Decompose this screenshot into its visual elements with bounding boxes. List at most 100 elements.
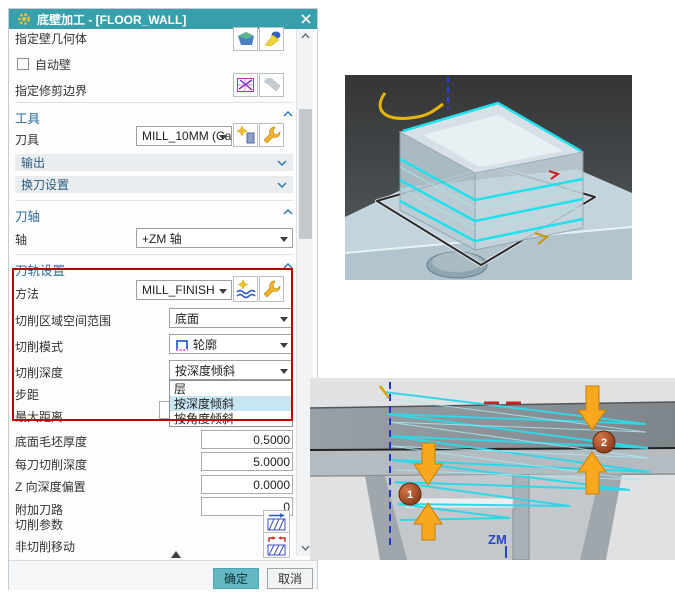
chevron-up-icon[interactable] (283, 111, 293, 117)
z-offset-field[interactable]: 0.0000 (201, 475, 293, 494)
tool-combo-value: MILL_10MM (Ca (142, 129, 231, 143)
model-3d-view (345, 75, 632, 280)
zm-axis-label: ZM (488, 532, 507, 547)
chevron-down-icon (219, 289, 227, 294)
divider (15, 254, 293, 255)
flashlight-gray-icon (262, 76, 282, 94)
gear-icon (17, 12, 31, 26)
scroll-up-icon[interactable] (301, 33, 310, 39)
tool-combo[interactable]: MILL_10MM (Ca (136, 126, 232, 146)
chevron-down-icon (280, 317, 288, 322)
group-output[interactable]: 输出 (15, 154, 293, 171)
scrollbar-thumb[interactable] (299, 109, 312, 239)
auto-wall-label: 自动壁 (35, 58, 71, 72)
select-wall-button[interactable] (233, 27, 258, 51)
dropdown-option-depth-ramp[interactable]: 按深度倾斜 (170, 396, 292, 411)
cut-depth-label: 切削深度 (15, 366, 63, 380)
method-edit-icon (234, 278, 257, 300)
floor-stock-field[interactable]: 0.5000 (201, 430, 293, 449)
part-center-stem (513, 475, 529, 560)
step-badge-2: 2 (593, 431, 615, 453)
new-tool-button[interactable] (233, 123, 258, 147)
axis-combo[interactable]: +ZM 轴 (136, 228, 293, 248)
chevron-down-icon (280, 369, 288, 374)
wall-geometry-label: 指定壁几何体 (15, 32, 87, 46)
display-wall-button[interactable] (259, 27, 284, 51)
chevron-down-icon (280, 237, 288, 242)
dropdown-option-layer[interactable]: 层 (170, 381, 292, 396)
cut-depth-value: 按深度倾斜 (175, 362, 235, 379)
method-tools-button[interactable] (259, 276, 284, 302)
cut-range-combo[interactable]: 底面 (169, 308, 293, 328)
axis-label: 轴 (15, 233, 27, 247)
depth-dropdown-list: 层 按深度倾斜 按角度倾斜 (169, 380, 293, 427)
z-offset-label: Z 向深度偏置 (15, 480, 86, 494)
section-path-header: 刀轨设置 (15, 260, 65, 279)
new-tool-icon (235, 125, 257, 145)
screenshot-root: 底壁加工 - [FLOOR_WALL] 指定壁几何体 自动壁 指定修剪边界 工具… (0, 0, 675, 598)
divider (15, 200, 293, 201)
cut-depth-combo[interactable]: 按深度倾斜 (169, 360, 293, 380)
step-badge-1-number: 1 (407, 489, 413, 501)
method-combo-value: MILL_FINISH (142, 283, 215, 297)
wall-geometry-icon (236, 30, 256, 48)
group-tool-change-label: 换刀设置 (21, 176, 69, 193)
method-combo[interactable]: MILL_FINISH (136, 280, 232, 300)
flashlight-icon (262, 30, 282, 48)
dialog-footer: 确定 取消 (9, 560, 317, 590)
toolpath-preview: 1 2 ZM (310, 378, 675, 560)
dialog-titlebar[interactable]: 底壁加工 - [FLOOR_WALL] (9, 9, 317, 29)
non-cutting-icon (266, 534, 288, 556)
dialog-title: 底壁加工 - [FLOOR_WALL] (37, 11, 295, 28)
cut-mode-combo[interactable]: 轮廓 (169, 334, 293, 354)
floor-stock-label: 底面毛坯厚度 (15, 435, 87, 449)
divider (15, 102, 293, 103)
chevron-down-icon (277, 160, 287, 166)
auto-wall-checkbox[interactable] (17, 58, 29, 70)
group-output-label: 输出 (21, 154, 45, 171)
method-label: 方法 (15, 287, 39, 301)
profile-mode-icon (175, 338, 189, 351)
section-axis-header: 刀轴 (15, 206, 40, 225)
non-cutting-button[interactable] (263, 532, 290, 558)
trim-boundary-icon (236, 76, 256, 94)
depth-per-cut-field[interactable]: 5.0000 (201, 452, 293, 471)
step-badge-1: 1 (399, 483, 421, 505)
cut-mode-label: 切削模式 (15, 340, 63, 354)
cut-mode-value: 轮廓 (193, 336, 217, 353)
chevron-down-icon (219, 135, 227, 140)
wrench-icon (261, 279, 283, 299)
cancel-button[interactable]: 取消 (267, 568, 313, 589)
max-distance-label: 最大距离 (15, 410, 63, 424)
axis-combo-value: +ZM 轴 (142, 230, 182, 247)
cutting-params-label: 切削参数 (15, 518, 63, 532)
wrench-icon (261, 125, 283, 145)
stepover-label: 步距 (15, 388, 39, 402)
chevron-up-icon[interactable] (283, 209, 293, 215)
display-trim-button[interactable] (259, 73, 284, 97)
cutting-params-icon (266, 512, 288, 532)
section-tool-header: 工具 (15, 108, 40, 127)
cut-range-value: 底面 (175, 310, 199, 327)
chevron-up-icon[interactable] (283, 263, 293, 269)
non-cutting-label: 非切削移动 (15, 540, 75, 554)
depth-per-cut-label: 每刀切削深度 (15, 458, 87, 472)
select-trim-button[interactable] (233, 73, 258, 97)
edit-method-button[interactable] (233, 276, 258, 302)
extra-passes-label: 附加刀路 (15, 503, 63, 517)
collapse-triangle-icon[interactable] (171, 551, 181, 558)
tool-label: 刀具 (15, 133, 39, 147)
group-tool-change[interactable]: 换刀设置 (15, 176, 293, 193)
cut-range-label: 切削区域空间范围 (15, 314, 111, 328)
dropdown-option-angle-ramp[interactable]: 按角度倾斜 (170, 411, 292, 426)
floor-wall-dialog: 底壁加工 - [FLOOR_WALL] 指定壁几何体 自动壁 指定修剪边界 工具… (8, 8, 318, 590)
scroll-down-icon[interactable] (301, 545, 310, 551)
step-badge-2-number: 2 (601, 437, 607, 449)
cutting-params-button[interactable] (263, 510, 290, 534)
tool-settings-button[interactable] (259, 123, 284, 147)
chevron-down-icon (277, 182, 287, 188)
trim-boundary-label: 指定修剪边界 (15, 84, 87, 98)
chevron-down-icon (280, 343, 288, 348)
close-icon[interactable] (295, 14, 317, 24)
ok-button[interactable]: 确定 (213, 568, 259, 589)
